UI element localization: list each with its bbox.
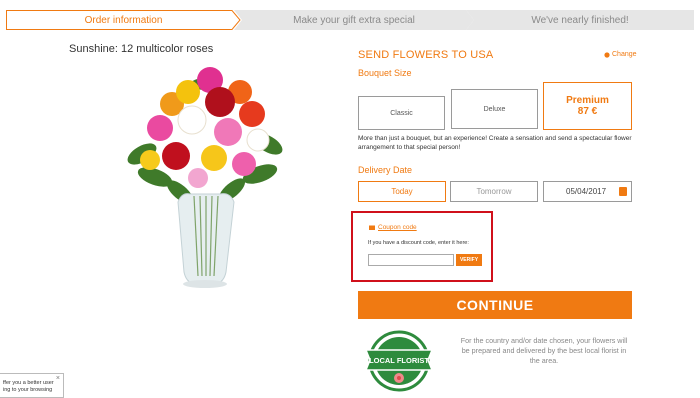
bouquet-size-label: Bouquet Size (358, 68, 412, 78)
coupon-hint: If you have a discount code, enter it he… (368, 240, 469, 246)
cookie-line: ffer you a better user (3, 380, 54, 386)
change-country-link[interactable]: Change (604, 51, 637, 58)
size-deluxe-button[interactable]: Deluxe (451, 89, 538, 129)
badge-text: LOCAL FLORIST (369, 356, 429, 365)
coupon-code-input[interactable] (368, 254, 454, 266)
step-label: Order information (84, 14, 163, 26)
size-classic-button[interactable]: Classic (358, 96, 445, 130)
size-name: Classic (390, 109, 413, 117)
checkout-progress: Order information Make your gift extra s… (6, 10, 694, 30)
product-title: Sunshine: 12 multicolor roses (69, 43, 214, 55)
size-name: Deluxe (483, 105, 506, 113)
date-value: 05/04/2017 (566, 187, 607, 196)
size-price: 87 € (577, 106, 598, 117)
folder-icon (369, 225, 375, 230)
verify-button[interactable]: VERIFY (456, 254, 482, 266)
delivery-date-label: Delivery Date (358, 165, 413, 175)
today-button[interactable]: Today (358, 181, 446, 202)
continue-button[interactable]: CONTINUE (358, 291, 632, 319)
globe-icon (604, 51, 610, 58)
step-nearly-finished: We've nearly finished! (466, 10, 694, 30)
local-florist-description: For the country and/or date chosen, your… (460, 336, 628, 365)
tomorrow-button[interactable]: Tomorrow (450, 181, 538, 202)
close-icon[interactable]: × (56, 375, 60, 382)
step-label: Make your gift extra special (293, 14, 415, 26)
calendar-icon[interactable] (619, 187, 627, 196)
coupon-link-label: Coupon code (378, 224, 417, 231)
tomorrow-label: Tomorrow (476, 187, 512, 196)
size-name: Premium (566, 95, 609, 106)
step-gift-extra: Make your gift extra special (234, 10, 474, 30)
size-description: More than just a bouquet, but an experie… (358, 135, 632, 151)
coupon-section: Coupon code If you have a discount code,… (351, 211, 493, 282)
date-picker[interactable]: 05/04/2017 (543, 181, 632, 202)
send-flowers-title: SEND FLOWERS TO USA (358, 49, 494, 61)
cookie-notice: × ffer you a better user ing to your bro… (0, 373, 64, 398)
change-label: Change (612, 51, 637, 58)
cookie-line: ing to your browsing (3, 387, 53, 393)
size-premium-button[interactable]: Premium 87 € (543, 82, 632, 130)
bouquet-image (127, 67, 283, 288)
coupon-code-link[interactable]: Coupon code (369, 224, 417, 231)
step-label: We've nearly finished! (531, 14, 629, 26)
local-florist-badge: LOCAL FLORIST (364, 330, 434, 392)
step-order-information: Order information (6, 10, 241, 30)
today-label: Today (391, 187, 413, 196)
